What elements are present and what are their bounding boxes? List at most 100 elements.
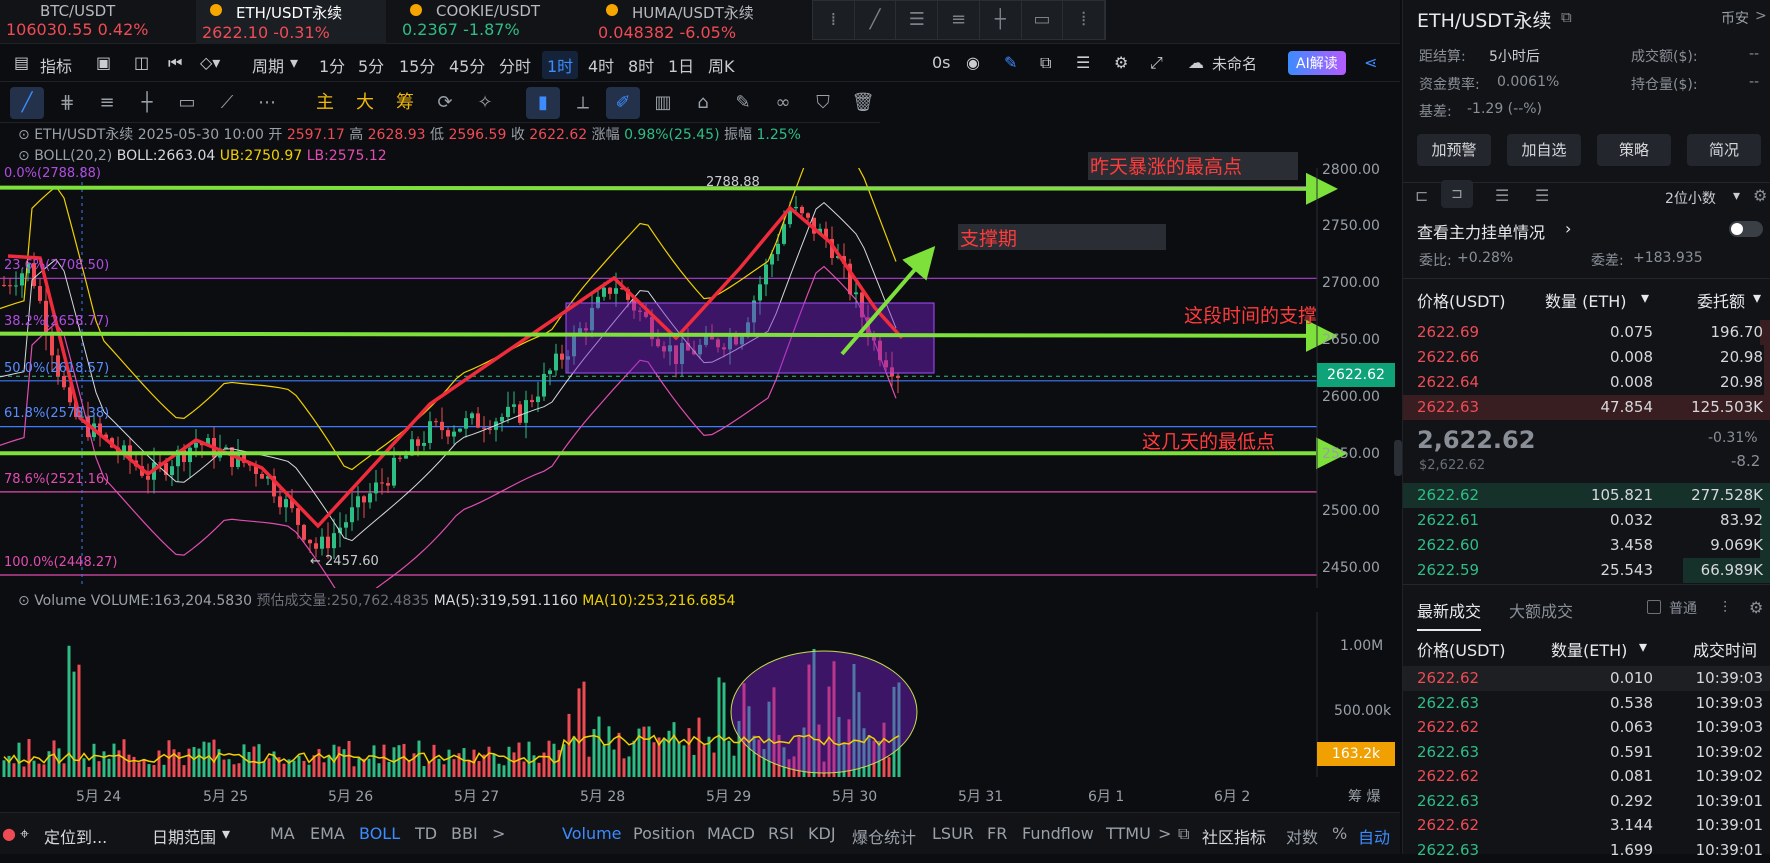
sub-macd[interactable]: MACD (707, 824, 755, 843)
sub-liquidation[interactable]: 爆仓统计 (852, 824, 916, 848)
ticker-btc[interactable]: BTC/USDT 106030.55 0.42% (0, 0, 190, 44)
camera-icon[interactable]: ◉ (966, 53, 980, 72)
annotation-support-zone[interactable]: 这段时间的支撑 (1184, 301, 1316, 328)
normal-checkbox[interactable] (1647, 600, 1661, 614)
interval-week[interactable]: 周K (708, 53, 735, 77)
annotation-support-period[interactable]: 支撑期 (960, 224, 1017, 251)
whale-toggle[interactable] (1729, 221, 1763, 237)
chevron-right-icon[interactable]: > (492, 824, 505, 843)
more-icon[interactable]: ⦙ (1063, 1, 1106, 39)
info-toggle-icon[interactable]: ⊙ (18, 127, 30, 143)
settings-icon[interactable]: ⚙ (1749, 598, 1763, 617)
x-axis-tools[interactable]: 筹 爆 (1348, 786, 1380, 806)
interval-timeshare[interactable]: 分时 (499, 53, 531, 77)
bid-row[interactable]: 2622.61 0.032 83.92 (1403, 508, 1770, 533)
line-tool-icon[interactable]: ⟋ (210, 87, 244, 119)
volume-chart[interactable] (0, 612, 1398, 777)
hray-icon[interactable]: ┼ (980, 1, 1022, 39)
edit-icon[interactable]: ✎ (726, 87, 760, 119)
community-indicators[interactable]: 社区指标 (1202, 824, 1266, 848)
layout-name[interactable]: 未命名 (1212, 53, 1257, 74)
trade-row[interactable]: 2622.62 3.144 10:39:01 (1403, 813, 1770, 838)
ask-row[interactable]: 2622.63 47.854 125.503K (1403, 395, 1770, 420)
ind-ma[interactable]: MA (270, 824, 295, 843)
boll-toggle-icon[interactable]: ⊙ (18, 148, 30, 164)
chevron-right-icon[interactable]: > (1755, 8, 1767, 24)
ruler-icon[interactable]: ⟂ (566, 87, 600, 119)
overview-button[interactable]: 简况 (1687, 134, 1761, 166)
ob-mode-split-icon[interactable]: ⊐ (1441, 180, 1473, 208)
volume-highlight[interactable] (730, 650, 918, 774)
candle-icon[interactable]: ▥ (646, 87, 680, 119)
sub-volume[interactable]: Volume (562, 824, 622, 843)
drag-handle-icon[interactable]: ⁞ (813, 1, 855, 39)
sync-icon[interactable]: ⟳ (428, 87, 462, 119)
trendline-icon[interactable]: ╱ (855, 1, 897, 39)
list-icon[interactable]: ☰ (1076, 53, 1090, 72)
ask-row[interactable]: 2622.64 0.008 20.98 (1403, 370, 1770, 395)
channel-tool-icon[interactable]: ⋕ (50, 87, 84, 119)
add-watchlist-button[interactable]: 加自选 (1507, 134, 1581, 166)
settings-icon[interactable]: ⚙ (1753, 186, 1767, 205)
lock-icon[interactable]: ⌂ (686, 87, 720, 119)
bid-row[interactable]: 2622.60 3.458 9.069K (1403, 533, 1770, 558)
interval-1d[interactable]: 1日 (668, 53, 694, 77)
sub-rsi[interactable]: RSI (768, 824, 794, 843)
replay-icon[interactable]: ⏮ (168, 53, 182, 73)
trade-row[interactable]: 2622.63 0.538 10:39:03 (1403, 691, 1770, 716)
locate-button[interactable]: 定位到... (44, 824, 107, 848)
more-tools-icon[interactable]: ⋯ (250, 87, 284, 119)
ask-row[interactable]: 2622.69 0.075 196.70 (1403, 320, 1770, 345)
sub-lsur[interactable]: LSUR (932, 824, 974, 843)
tab-large-trades[interactable]: 大额成交 (1509, 598, 1573, 622)
sub-kdj[interactable]: KDJ (808, 824, 836, 843)
locate-icon[interactable]: ⌖ (20, 824, 29, 844)
ind-boll[interactable]: BOLL (359, 824, 400, 843)
trade-row[interactable]: 2622.63 0.591 10:39:02 (1403, 740, 1770, 765)
sub-position[interactable]: Position (633, 824, 695, 843)
interval-1m[interactable]: 1分 (319, 53, 345, 77)
hray-tool-icon[interactable]: ┼ (130, 87, 164, 119)
period-select[interactable]: 周期 (252, 53, 284, 77)
chevron-right-icon[interactable]: > (1158, 824, 1171, 843)
bid-row[interactable]: 2622.62 105.821 277.528K (1403, 483, 1770, 508)
hlines-tool-icon[interactable]: ≡ (90, 87, 124, 119)
share-icon[interactable]: ⋖ (1364, 53, 1377, 72)
trade-row[interactable]: 2622.63 1.699 10:39:01 (1403, 838, 1770, 863)
trade-row[interactable]: 2622.63 0.292 10:39:01 (1403, 789, 1770, 814)
ind-bbi[interactable]: BBI (451, 824, 478, 843)
pencil-icon[interactable]: ✎ (1004, 53, 1017, 72)
ob-mode-bids-icon[interactable]: ☰ (1495, 186, 1509, 205)
ask-row[interactable]: 2622.66 0.008 20.98 (1403, 345, 1770, 370)
bid-row[interactable]: 2622.59 25.543 66.989K (1403, 558, 1770, 583)
indicator-icon[interactable]: ▤ (14, 53, 29, 72)
community-icon[interactable]: ⧉ (1178, 824, 1189, 844)
trendline-tool-icon[interactable]: ╱ (10, 87, 44, 119)
panel-collapse-handle[interactable] (1394, 440, 1402, 476)
indicator-draw-icon[interactable]: ✧ (468, 87, 502, 119)
annotation-yesterday-high[interactable]: 昨天暴涨的最高点 (1090, 152, 1242, 179)
chips-tool[interactable]: 筹 (388, 87, 422, 119)
date-range-select[interactable]: 日期范围 (152, 824, 216, 848)
whale-orders-link[interactable]: 查看主力挂单情况 (1417, 219, 1545, 243)
annotation-recent-low[interactable]: 这几天的最低点 (1142, 427, 1275, 454)
ob-mode-both-icon[interactable]: ⊏ (1415, 186, 1428, 205)
sub-fr[interactable]: FR (987, 824, 1007, 843)
calendar-icon[interactable]: ▣ (96, 53, 111, 72)
settings-icon[interactable]: ⚙ (1114, 53, 1128, 72)
interval-4h[interactable]: 4时 (588, 53, 614, 77)
indicator-button[interactable]: 指标 (40, 53, 72, 77)
trade-row[interactable]: 2622.62 0.063 10:39:03 (1403, 715, 1770, 740)
ob-header-amount[interactable]: 委托额 (1697, 288, 1745, 312)
layout-icon[interactable]: ◫ (134, 53, 149, 72)
main-force-tool[interactable]: 主 (308, 87, 342, 119)
rect-tool-icon[interactable]: ▭ (170, 87, 204, 119)
trade-row[interactable]: 2622.62 0.010 10:39:03 (1403, 666, 1770, 691)
percent-toggle[interactable]: % (1332, 824, 1347, 843)
interval-5m[interactable]: 5分 (358, 53, 384, 77)
ticker-eth[interactable]: ETH/USDT永续 2622.10 -0.31% (196, 0, 386, 44)
big-order-tool[interactable]: 大 (348, 87, 382, 119)
log-toggle[interactable]: 对数 (1286, 824, 1318, 848)
ai-button[interactable]: AI解读 (1288, 51, 1346, 75)
ticker-huma[interactable]: HUMA/USDT永续 0.048382 -6.05% (592, 0, 782, 44)
